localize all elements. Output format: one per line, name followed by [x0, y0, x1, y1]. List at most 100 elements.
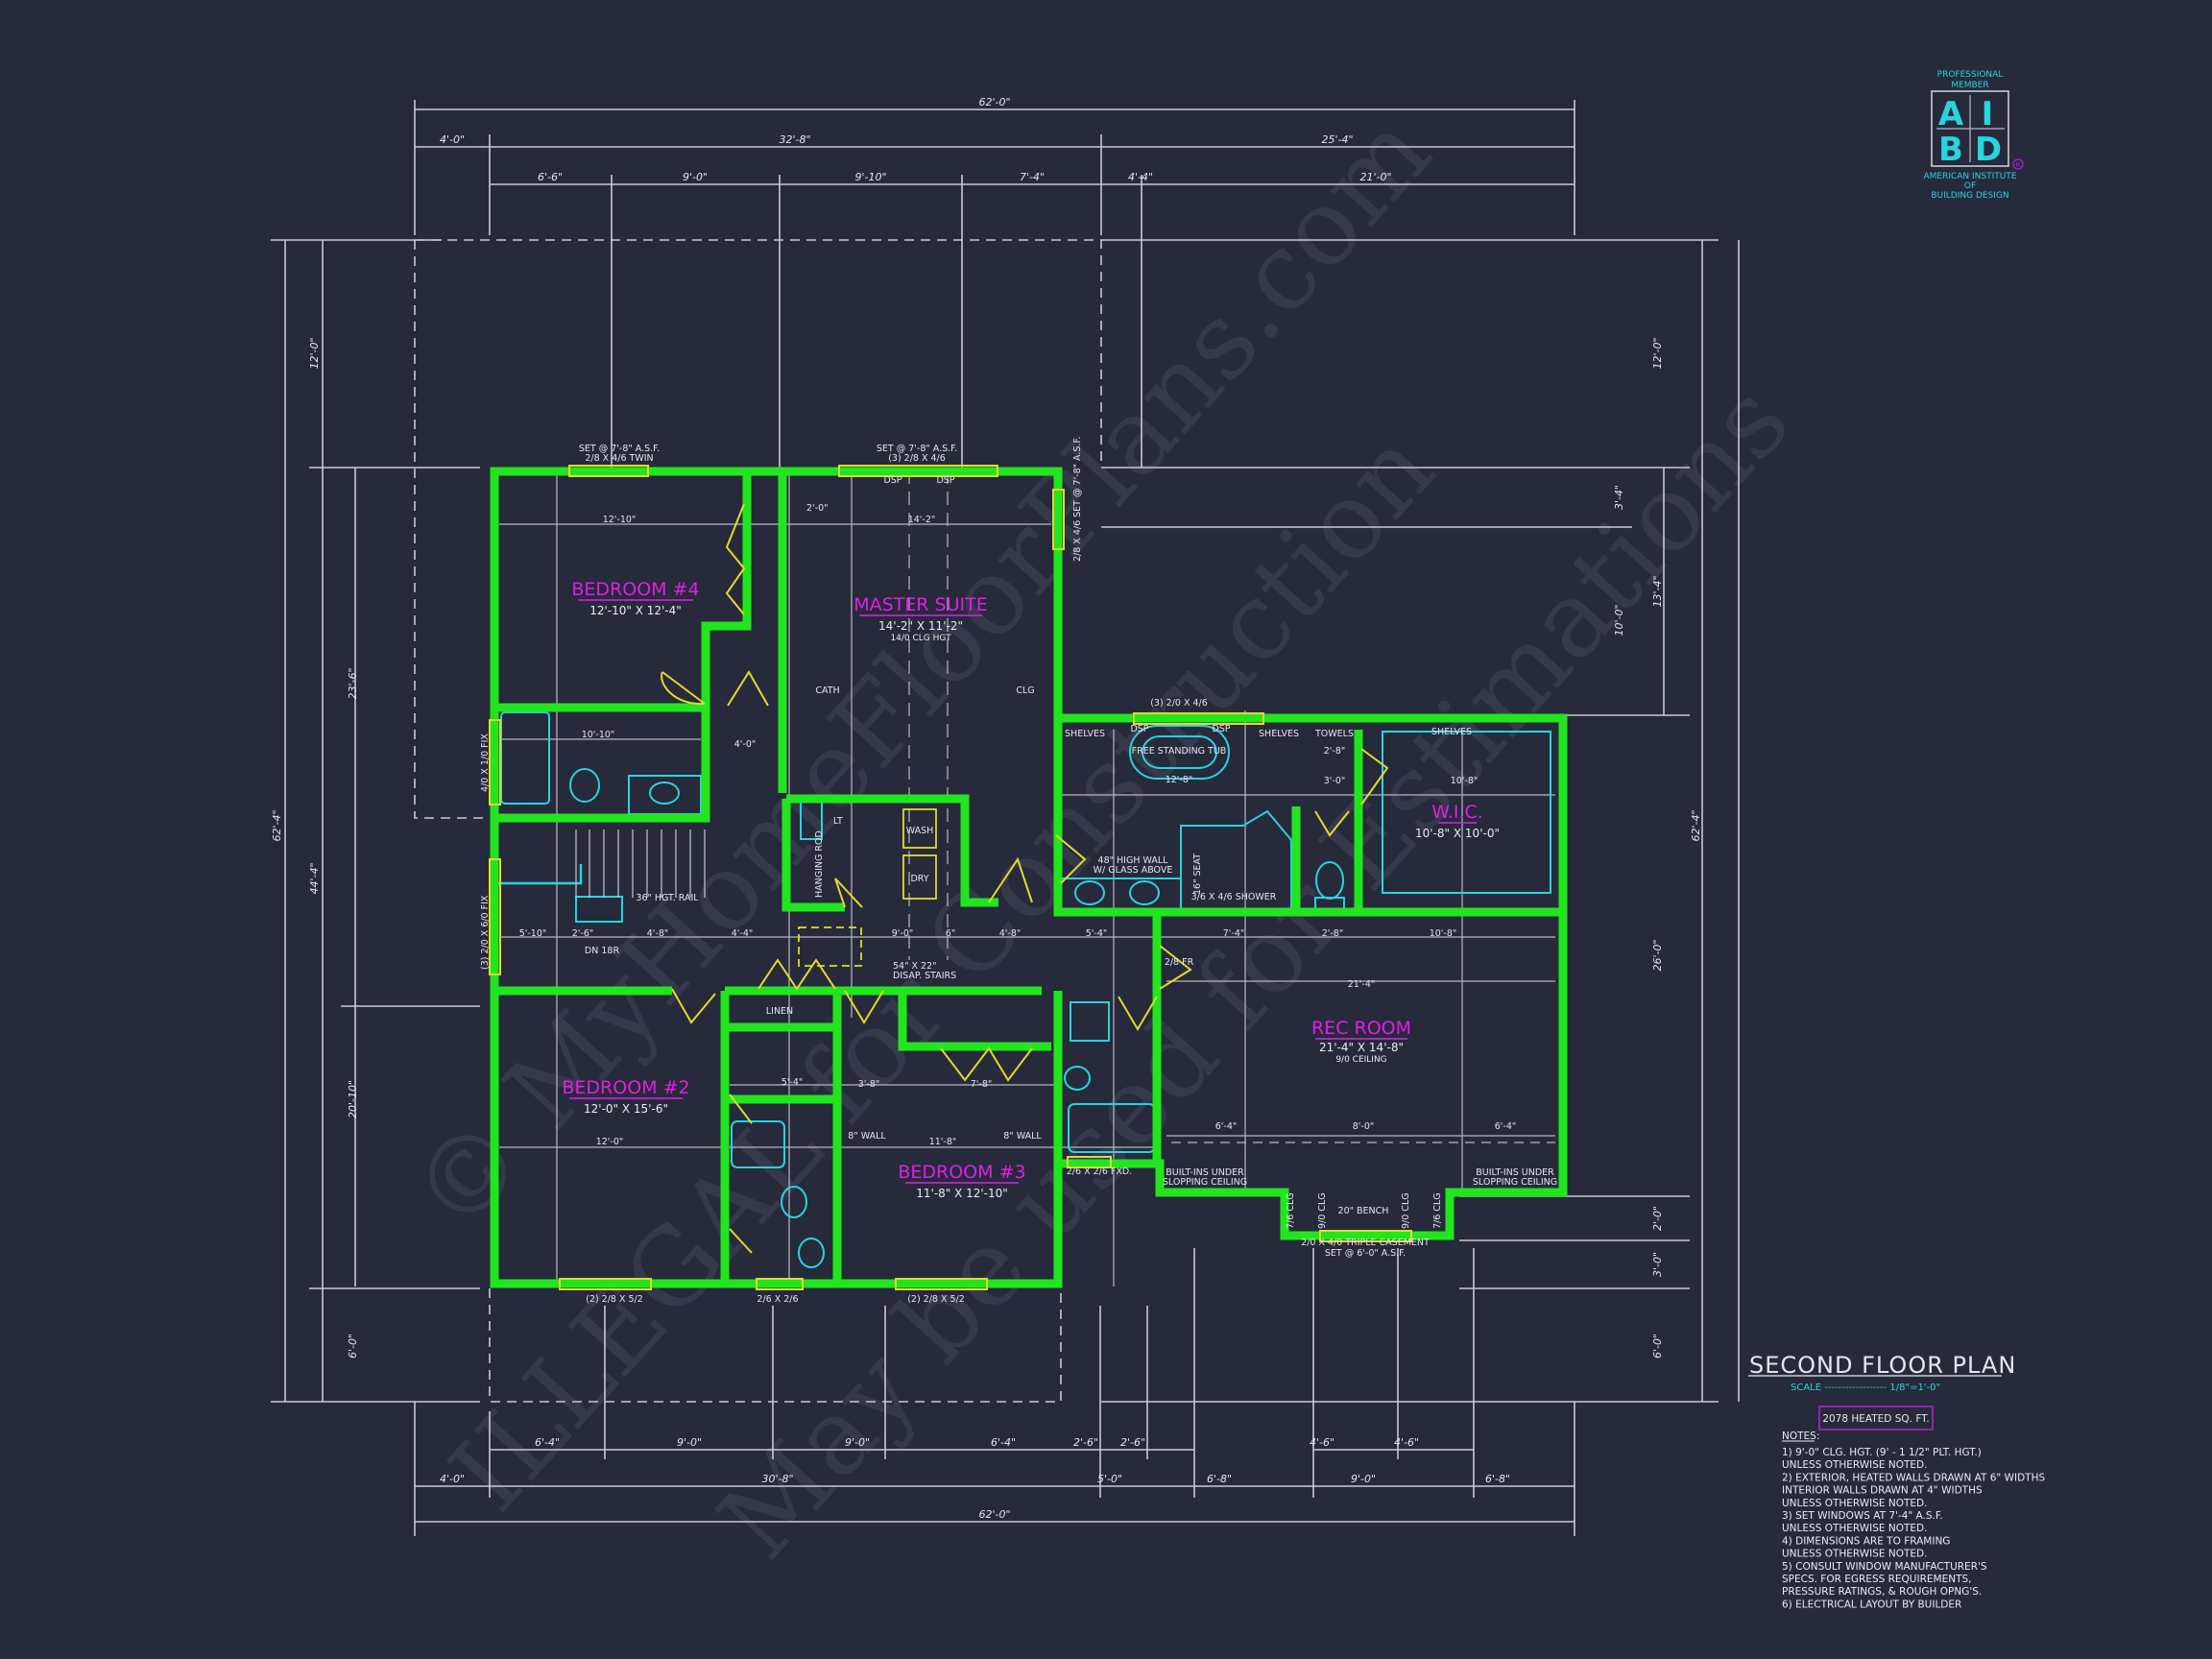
note-line: UNLESS OTHERWISE NOTED.: [1782, 1549, 1927, 1560]
dim-label: 26'-0": [1651, 939, 1664, 971]
plan-scale: SCALE ------------------ 1/8"=1'-0": [1791, 1382, 1940, 1393]
dim-label: 6'-6": [538, 171, 563, 183]
room-size: 12'-0" X 15'-6": [584, 1102, 668, 1116]
title-block: SECOND FLOOR PLAN SCALE ----------------…: [1748, 1352, 2045, 1610]
note-line: UNLESS OTHERWISE NOTED.: [1782, 1459, 1927, 1471]
dim-top-overall: 62'-0": [978, 96, 1010, 108]
room-size: 11'-8" X 12'-10": [916, 1187, 1008, 1200]
note-line: INTERIOR WALLS DRAWN AT 4" WIDTHS: [1782, 1485, 1983, 1497]
dim-label: 5'-4": [1086, 928, 1108, 939]
dim-label: 4'-4": [1128, 171, 1153, 183]
window-note: 2/6 X 2/6 FXD.: [1067, 1166, 1132, 1177]
dim-label: 4'-8": [647, 928, 669, 939]
dim-label: 9'-0": [683, 171, 708, 183]
window-note: 2/6 X 2/6: [757, 1294, 798, 1305]
stair-rail-icon: [575, 896, 623, 923]
dim-label: 3'-4": [1613, 485, 1625, 510]
dim-label: 21'-0": [1359, 171, 1391, 183]
dim-label: 2'-0": [806, 503, 829, 514]
room-bedroom-3: BEDROOM #3 11'-8" X 12'-10": [898, 1162, 1025, 1200]
window-note: (2) 2/8 X 5/2: [907, 1294, 965, 1305]
wall-note: 8" WALL: [1003, 1131, 1042, 1142]
plan-title: SECOND FLOOR PLAN: [1749, 1352, 2016, 1379]
dim-label: 7'-4": [1020, 171, 1045, 183]
dsp-label: DSP: [1130, 724, 1148, 734]
floor-plan-drawing: © MyHomeFloorPlans.com ILLEGAL for Const…: [271, 70, 2045, 1610]
dim-label: 4'-0": [440, 1473, 465, 1485]
double-door-swing: [757, 958, 836, 991]
dim-label: 9'-0": [892, 928, 914, 939]
rail-label: 36" HGT. RAIL: [636, 893, 699, 903]
dim-label: 11'-8": [929, 1137, 957, 1147]
badge-text: MEMBER: [1951, 81, 1988, 90]
window-note: 4/0 X 1/0 FIX: [480, 733, 491, 792]
dim-label: 14'-2": [908, 515, 936, 525]
dim-label: 30'-8": [761, 1473, 793, 1485]
ceiling-label: 7/6 CLG: [1432, 1192, 1443, 1229]
dim-label: 4'-0": [440, 133, 465, 146]
sink-icon: [798, 1238, 825, 1268]
window-note: 2/8 X 4/6 TWIN: [585, 453, 653, 464]
dsp-label: DSP: [1212, 724, 1230, 734]
dim-label: 6'-4": [1215, 1121, 1238, 1132]
room-size: 12'-10" X 12'-4": [589, 604, 682, 617]
stairs-down-label: DN 18R: [585, 946, 620, 956]
linen-label: LINEN: [766, 1006, 793, 1017]
closet-door: [725, 503, 746, 615]
dim-label: 10'-8": [1430, 928, 1457, 939]
seat-label: 16" SEAT: [1192, 854, 1203, 895]
dim-label: 2'-8": [1324, 746, 1346, 757]
ceiling-label: 7/6 CLG: [1286, 1192, 1296, 1229]
dim-label: 25'-4": [1321, 133, 1353, 146]
note-line: SPECS. FOR EGRESS REQUIREMENTS,: [1782, 1574, 1971, 1585]
dim-label: 10'-8": [1451, 776, 1479, 786]
dim-label: 2'-0": [1651, 1206, 1664, 1231]
dim-bottom-overall: 62'-0": [978, 1508, 1010, 1521]
note-line: 1) 9'-0" CLG. HGT. (9' - 1 1/2" PLT. HGT…: [1782, 1447, 1982, 1458]
dim-label: 44'-4": [308, 862, 321, 894]
shelves-label: SHELVES: [1065, 729, 1105, 739]
dim-label: 6'-4": [1495, 1121, 1517, 1132]
dim-label: 6'-0": [1651, 1334, 1664, 1358]
badge-letter-i: I: [1982, 95, 1994, 133]
room-name: BEDROOM #4: [571, 579, 699, 600]
dim-label: 5'-4": [781, 1077, 804, 1088]
dim-label: 12'-0": [308, 337, 321, 369]
dim-label: 4'-8": [999, 928, 1022, 939]
dim-label: 6'-8": [1207, 1473, 1232, 1485]
ceiling-label: 9/0 CLG: [1401, 1192, 1411, 1229]
badge-letter-a: A: [1938, 95, 1964, 133]
dim-label: 6'-0": [347, 1334, 359, 1358]
window-note: (3) 2/8 X 4/6: [888, 453, 946, 464]
dim-label: 3'-0": [1651, 1252, 1664, 1277]
room-bedroom-4: BEDROOM #4 12'-10" X 12'-4": [571, 579, 699, 617]
dsp-label: DSP: [883, 475, 902, 486]
dsp-label: DSP: [936, 475, 954, 486]
dim-label: 21'-4": [1348, 979, 1376, 990]
washer-label: WASH: [906, 826, 934, 836]
badge-letter-d: D: [1975, 131, 2002, 169]
dim-label: 12'-10": [603, 515, 637, 525]
note-line: 4) DIMENSIONS ARE TO FRAMING: [1782, 1535, 1950, 1547]
builtins-note: SLOPPING CEILING: [1473, 1177, 1557, 1188]
dim-label: 6'-4": [535, 1436, 560, 1449]
dim-label: 2'-6": [1120, 1436, 1145, 1449]
note-line: UNLESS OTHERWISE NOTED.: [1782, 1523, 1927, 1534]
dim-label: 20'-10": [347, 1080, 359, 1118]
dim-label: 6'-4": [991, 1436, 1016, 1449]
dim-label: 2'-6": [572, 928, 594, 939]
shelves-label: SHELVES: [1259, 729, 1299, 739]
wall-note: 8" WALL: [848, 1131, 886, 1142]
badge-letter-b: B: [1938, 131, 1963, 169]
dim-right-overall: 62'-4": [1690, 809, 1702, 841]
room-name: BEDROOM #3: [898, 1162, 1025, 1183]
badge-text: BUILDING DESIGN: [1931, 191, 2008, 201]
note-line: PRESSURE RATINGS, & ROUGH OPNG'S.: [1782, 1586, 1982, 1598]
builtins-note: SLOPPING CEILING: [1163, 1177, 1247, 1188]
door-tag: 2/8 FR: [1165, 957, 1194, 968]
dim-label: 5'-0": [1097, 1473, 1122, 1485]
registered-mark: R: [2016, 161, 2021, 169]
aibd-badge: PROFESSIONAL MEMBER A I B D R AMERICAN I…: [1923, 70, 2024, 201]
dim-label: 10'-0": [1613, 604, 1625, 636]
window-note: (3) 2/0 X 4/6: [1150, 698, 1208, 709]
